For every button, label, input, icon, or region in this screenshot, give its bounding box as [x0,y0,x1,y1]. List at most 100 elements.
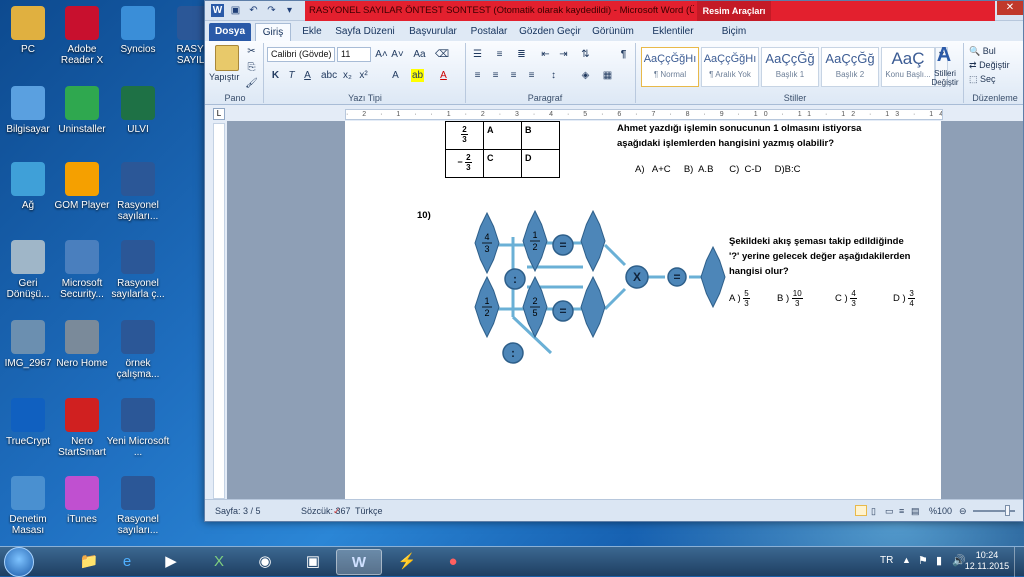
qat-customize-icon[interactable]: ▾ [283,4,296,17]
desktop-icon[interactable]: örnek çalışma... [106,320,170,380]
redo-icon[interactable]: ↷ [265,4,278,17]
cut-icon[interactable]: ✂ [245,45,258,58]
line-spacing-icon[interactable]: ↕ [547,69,560,82]
subscript-icon[interactable]: x₂ [341,69,354,82]
tab-addins[interactable]: Eklentiler [647,23,699,41]
word-logo-icon[interactable]: W [211,4,224,17]
decrease-indent-icon[interactable]: ⇤ [539,48,552,61]
app-taskbar-icon[interactable]: ▣ [290,549,336,575]
desktop-icon[interactable]: iTunes [50,476,114,525]
font-color-icon[interactable]: A [437,69,450,82]
bullets-icon[interactable]: ☰ [471,48,484,61]
word-taskbar-icon[interactable]: W [336,549,382,575]
change-styles-button[interactable]: Stilleri Değiştir [929,69,961,87]
tab-format[interactable]: Biçim [711,23,757,41]
multilevel-list-icon[interactable]: ≣ [515,48,528,61]
borders-icon[interactable]: ▦ [601,69,614,82]
select-button[interactable]: ⬚ Seç [969,73,996,85]
align-left-icon[interactable]: ≡ [471,69,484,82]
desktop-icon[interactable]: GOM Player [50,162,114,211]
change-styles-icon[interactable]: A [931,43,957,67]
outline-view-icon[interactable]: ≡ [899,500,904,522]
save-icon[interactable]: ▣ [229,4,242,17]
draft-view-icon[interactable]: ▤ [911,500,920,522]
grow-font-icon[interactable]: A˄ [375,48,388,61]
desktop-icon[interactable]: Rasyonel sayıları... [106,476,170,536]
document-page[interactable]: 23 A B − 23 C D Ahmet yazdığı işlemin so… [345,121,941,499]
winamp-taskbar-icon[interactable]: ⚡ [384,549,430,575]
copy-icon[interactable]: ⎘ [245,61,258,74]
start-button[interactable] [4,547,34,577]
desktop-icon[interactable]: Nero Home [50,320,114,369]
language-indicator[interactable]: Türkçe [355,500,383,522]
sort-icon[interactable]: ⇅ [579,48,592,61]
format-painter-icon[interactable]: 🖌 [245,77,258,90]
desktop-icon[interactable]: Uninstaller [50,86,114,135]
font-name-combo[interactable]: Calibri (Gövde) [267,47,335,62]
tab-selector[interactable]: L [213,108,225,120]
desktop-icon[interactable]: Yeni Microsoft ... [106,398,170,458]
show-formatting-icon[interactable]: ¶ [617,48,630,61]
paste-button[interactable]: Yapıştır [209,71,239,83]
desktop-icon[interactable]: Rasyonel sayıları... [106,162,170,222]
style-heading-2[interactable]: AaÇçĞğ Başlık 2 [821,47,879,87]
tab-insert[interactable]: Ekle [295,23,329,41]
tab-mailings[interactable]: Postalar [467,23,511,41]
replace-button[interactable]: ⇄ Değiştir [969,59,1010,71]
desktop-icon[interactable]: Nero StartSmart [50,398,114,458]
shading-icon[interactable]: ◈ [579,69,592,82]
style-heading-1[interactable]: AaÇçĞğ Başlık 1 [761,47,819,87]
strikethrough-icon[interactable]: abc [321,69,337,82]
highlight-icon[interactable]: ab [411,69,424,82]
network-icon[interactable]: ▮ [936,554,942,567]
zoom-out-icon[interactable]: ⊖ [959,500,967,522]
print-layout-view-icon[interactable] [855,505,867,516]
internet-explorer-taskbar-icon[interactable]: e [104,549,150,575]
underline-icon[interactable]: A [301,69,314,82]
media-player-taskbar-icon[interactable]: ▶ [148,549,194,575]
proofing-icon[interactable]: ✓ [333,500,341,522]
desktop-icon[interactable]: Rasyonel sayılarla ç... [106,240,170,300]
clear-format-icon[interactable]: ⌫ [435,48,449,61]
flag-icon[interactable]: ⚑ [918,554,928,567]
align-right-icon[interactable]: ≡ [507,69,520,82]
horizontal-ruler[interactable]: · 2 · 1 · · 1 · 2 · 3 · 4 · 5 · 6 · 7 · … [345,109,943,120]
undo-icon[interactable]: ↶ [247,4,260,17]
desktop-icon[interactable]: Syncios [106,6,170,55]
zoom-level[interactable]: %100 [929,500,952,522]
document-area[interactable]: 23 A B − 23 C D Ahmet yazdığı işlemin so… [227,121,1023,499]
tab-references[interactable]: Başvurular [403,23,463,41]
clock[interactable]: 10:24 12.11.2015 [964,550,1010,572]
text-effects-icon[interactable]: A [389,69,402,82]
close-window-icon[interactable]: ✕ [997,1,1023,15]
italic-icon[interactable]: T [285,69,298,82]
style-no-spacing[interactable]: AaÇçĞğHı ¶ Aralık Yok [701,47,759,87]
nero-taskbar-icon[interactable]: ● [430,549,476,575]
style-normal[interactable]: AaÇçĞğHı ¶ Normal [641,47,699,87]
zoom-slider-thumb[interactable] [1005,505,1010,516]
shrink-font-icon[interactable]: A˅ [391,48,404,61]
desktop-icon[interactable]: Adobe Reader X [50,6,114,66]
word-count[interactable]: Sözcük: 367 [301,500,351,522]
align-center-icon[interactable]: ≡ [489,69,502,82]
find-button[interactable]: 🔍 Bul [969,45,996,57]
bold-icon[interactable]: K [269,69,282,82]
show-desktop-button[interactable] [1014,547,1024,577]
paste-icon[interactable] [215,45,239,71]
tray-expand-icon[interactable]: ▲ [902,555,911,565]
desktop-icon[interactable]: ULVI [106,86,170,135]
change-case-icon[interactable]: Aa [413,48,426,61]
language-bar[interactable]: TR [880,555,893,566]
tab-page-layout[interactable]: Sayfa Düzeni [333,23,397,41]
full-screen-view-icon[interactable]: ▯ [871,500,876,522]
numbering-icon[interactable]: ≡ [493,48,506,61]
increase-indent-icon[interactable]: ⇥ [557,48,570,61]
desktop-icon[interactable]: Microsoft Security... [50,240,114,300]
tab-home[interactable]: Giriş [255,23,291,41]
superscript-icon[interactable]: x² [357,69,370,82]
font-size-combo[interactable]: 11 [337,47,371,62]
tab-file[interactable]: Dosya [209,23,251,41]
page-indicator[interactable]: Sayfa: 3 / 5 [215,500,261,522]
style-title[interactable]: AaÇ Konu Başlı... [881,47,935,87]
tab-view[interactable]: Görünüm [589,23,637,41]
